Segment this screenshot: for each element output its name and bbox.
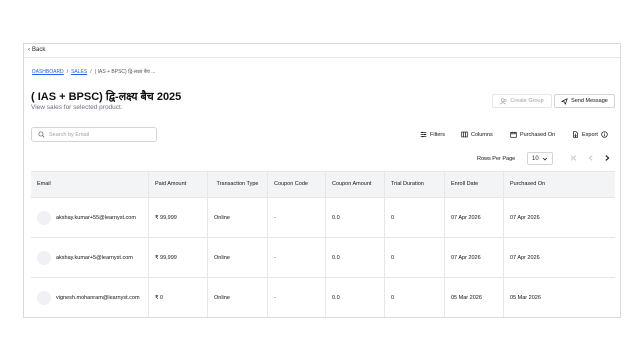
filter-icon (420, 131, 427, 138)
send-message-label: Send Message (571, 98, 608, 104)
cell-enroll-date: 05 Mar 2026 (445, 278, 504, 317)
back-label: Back (32, 47, 46, 53)
breadcrumb-dashboard[interactable]: DASHBOARD (32, 69, 64, 75)
breadcrumb: DASHBOARD / SALES / ( IAS + BPSC) द्वि-ल… (32, 69, 155, 75)
send-message-button[interactable]: Send Message (554, 94, 615, 108)
export-button[interactable]: Export (572, 131, 608, 138)
send-icon (561, 97, 568, 105)
table-row[interactable]: vignesh.mohanram@learnyst.com ₹ 0 Online… (31, 278, 615, 317)
cell-email: akshay.kumar+5@learnyst.com (31, 238, 149, 277)
column-header-coupon-code[interactable]: Coupon Code (268, 172, 326, 197)
cell-trial-duration: 0 (385, 238, 445, 277)
info-icon[interactable] (601, 131, 608, 138)
sales-panel: ‹ Back DASHBOARD / SALES / ( IAS + BPSC)… (23, 43, 621, 318)
cell-purchased-on: 07 Apr 2026 (510, 214, 540, 221)
export-label: Export (582, 131, 598, 138)
column-header-coupon-amount[interactable]: Coupon Amount (326, 172, 385, 197)
search-icon (38, 131, 45, 138)
column-header-enroll-date[interactable]: Enroll Date (445, 172, 504, 197)
cell-coupon-code: - (268, 278, 326, 317)
column-header-paid-amount[interactable]: Paid Amount (149, 172, 208, 197)
table-row[interactable]: akshay.kumar+55@learnyst.com ₹ 99,999 On… (31, 198, 615, 238)
cell-enroll-date: 07 Apr 2026 (445, 198, 504, 237)
cell-coupon-code: - (268, 198, 326, 237)
column-header-transaction-type[interactable]: Transaction Type (208, 172, 268, 197)
create-group-label: Create Group (510, 98, 544, 104)
first-page-icon[interactable] (570, 154, 578, 162)
chevron-down-icon (542, 157, 548, 160)
chevron-left-icon: ‹ (28, 47, 30, 53)
page-subtitle: View sales for selected product. (31, 104, 123, 111)
cell-trial-duration: 0 (385, 278, 445, 317)
cell-transaction-type: Online (208, 238, 268, 277)
cell-transaction-type: Online (208, 278, 268, 317)
cell-transaction-type: Online (208, 198, 268, 237)
table-header: Email Paid Amount Transaction Type Coupo… (31, 171, 615, 198)
purchased-on-button[interactable]: Purchased On (510, 131, 555, 138)
breadcrumb-current: ( IAS + BPSC) द्वि-लक्ष्य बैच ... (94, 69, 156, 75)
back-link[interactable]: ‹ Back (28, 47, 45, 53)
cell-paid-amount: ₹ 99,999 (149, 238, 208, 277)
users-icon (500, 97, 507, 104)
cell-paid-amount: ₹ 0 (149, 278, 208, 317)
cell-purchased-on: 05 Mar 2026 (510, 294, 541, 301)
columns-button[interactable]: Columns (461, 131, 493, 138)
avatar (37, 290, 51, 305)
table-row[interactable]: akshay.kumar+5@learnyst.com ₹ 99,999 Onl… (31, 238, 615, 278)
next-page-icon[interactable] (603, 154, 611, 162)
breadcrumb-separator: / (66, 69, 69, 75)
email-text: vignesh.mohanram@learnyst.com (56, 294, 140, 301)
prev-page-icon[interactable] (587, 154, 595, 162)
cell-coupon-amount: 0.0 (326, 278, 385, 317)
cell-coupon-amount: 0.0 (326, 238, 385, 277)
cell-enroll-date: 07 Apr 2026 (445, 238, 504, 277)
export-icon (573, 131, 578, 138)
column-header-purchased-on[interactable]: Purchased On (504, 172, 615, 197)
rows-per-page-select[interactable]: 10 (527, 152, 553, 165)
filters-label: Filters (430, 131, 445, 138)
filters-button[interactable]: Filters (420, 131, 445, 138)
sales-table: Email Paid Amount Transaction Type Coupo… (31, 171, 615, 317)
calendar-icon (510, 131, 517, 138)
purchased-on-label: Purchased On (520, 131, 556, 138)
email-text: akshay.kumar+5@learnyst.com (56, 254, 133, 261)
rows-per-page-value: 10 (532, 155, 539, 162)
cell-email: vignesh.mohanram@learnyst.com (31, 278, 149, 317)
cell-trial-duration: 0 (385, 198, 445, 237)
rows-per-page-label: Rows Per Page (477, 156, 516, 162)
column-header-email[interactable]: Email (31, 172, 149, 197)
page-title: ( IAS + BPSC) द्वि-लक्ष्य बैच 2025 (31, 91, 182, 103)
cell-purchased-on: 07 Apr 2026 (510, 254, 540, 261)
breadcrumb-sales[interactable]: SALES (71, 69, 87, 75)
avatar (37, 250, 51, 265)
email-text: akshay.kumar+55@learnyst.com (56, 214, 136, 221)
search-box (31, 127, 157, 142)
columns-icon (461, 131, 468, 138)
divider (24, 57, 620, 58)
avatar (37, 210, 51, 225)
breadcrumb-separator: / (90, 69, 92, 75)
cell-coupon-amount: 0.0 (326, 198, 385, 237)
cell-email: akshay.kumar+55@learnyst.com (31, 198, 149, 237)
columns-label: Columns (471, 131, 493, 138)
search-input[interactable] (49, 131, 149, 138)
cell-paid-amount: ₹ 99,999 (149, 198, 208, 237)
column-header-trial-duration[interactable]: Trial Duration (385, 172, 445, 197)
create-group-button[interactable]: Create Group (492, 94, 552, 108)
cell-coupon-code: - (268, 238, 326, 277)
